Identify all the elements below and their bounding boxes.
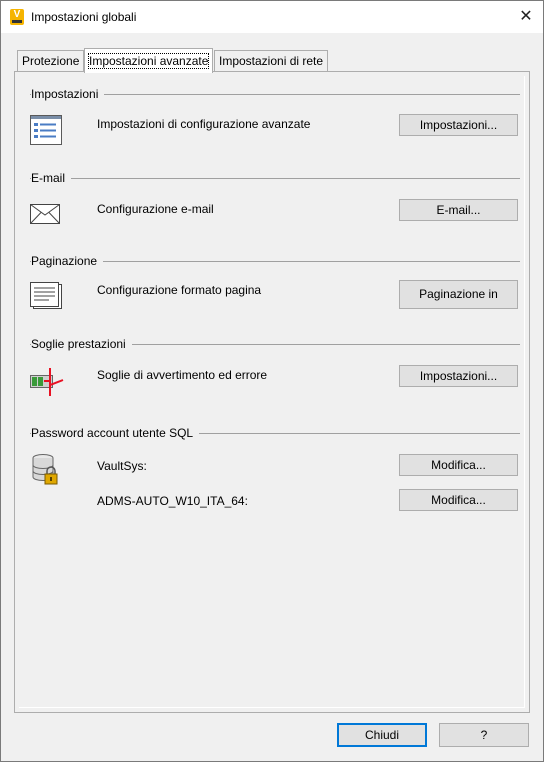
pagination-description: Configurazione formato pagina bbox=[97, 283, 262, 297]
tab-label: Protezione bbox=[22, 54, 80, 68]
settings-description: Impostazioni di configurazione avanzate bbox=[97, 117, 311, 131]
section-title-email: E-mail bbox=[31, 171, 72, 185]
envelope-icon bbox=[30, 204, 60, 224]
title-bar: V Impostazioni globali ✕ bbox=[1, 1, 543, 33]
email-description: Configurazione e-mail bbox=[97, 202, 214, 216]
vault-app-icon: V bbox=[10, 9, 24, 25]
pagination-button[interactable]: Paginazione in bbox=[399, 280, 518, 309]
modify-vaultsys-button[interactable]: Modifica... bbox=[399, 454, 518, 476]
section-title-settings: Impostazioni bbox=[31, 87, 105, 101]
sql-account-name: VaultSys: bbox=[97, 459, 147, 473]
performance-threshold-icon bbox=[30, 368, 64, 396]
advanced-settings-button[interactable]: Impostazioni... bbox=[399, 114, 518, 136]
thresholds-description: Soglie di avvertimento ed errore bbox=[97, 368, 268, 382]
close-button[interactable]: Chiudi bbox=[337, 723, 427, 747]
sql-account-name: ADMS-AUTO_W10_ITA_64: bbox=[97, 494, 248, 508]
section-title-pagination: Paginazione bbox=[31, 254, 104, 268]
window-title: Impostazioni globali bbox=[31, 10, 137, 24]
tab-impostazioni-avanzate[interactable]: Impostazioni avanzate bbox=[84, 48, 214, 73]
modify-adms-button[interactable]: Modifica... bbox=[399, 489, 518, 511]
database-lock-icon bbox=[32, 454, 58, 485]
tab-impostazioni-di-rete[interactable]: Impostazioni di rete bbox=[214, 50, 329, 72]
tab-panel-advanced-settings: Impostazioni Impostazioni di configurazi… bbox=[14, 71, 530, 713]
page-document-icon bbox=[30, 282, 62, 309]
email-button[interactable]: E-mail... bbox=[399, 199, 518, 221]
tab-protezione[interactable]: Protezione bbox=[17, 50, 85, 72]
global-settings-dialog: V Impostazioni globali ✕ Protezione Impo… bbox=[0, 0, 544, 762]
tab-label: Impostazioni di rete bbox=[219, 54, 324, 68]
close-window-button[interactable]: ✕ bbox=[509, 1, 543, 33]
settings-list-icon bbox=[30, 115, 62, 145]
section-title-thresholds: Soglie prestazioni bbox=[31, 337, 132, 351]
section-title-sql: Password account utente SQL bbox=[31, 426, 200, 440]
tab-label: Impostazioni avanzate bbox=[87, 53, 210, 69]
thresholds-settings-button[interactable]: Impostazioni... bbox=[399, 365, 518, 387]
help-button[interactable]: ? bbox=[439, 723, 529, 747]
